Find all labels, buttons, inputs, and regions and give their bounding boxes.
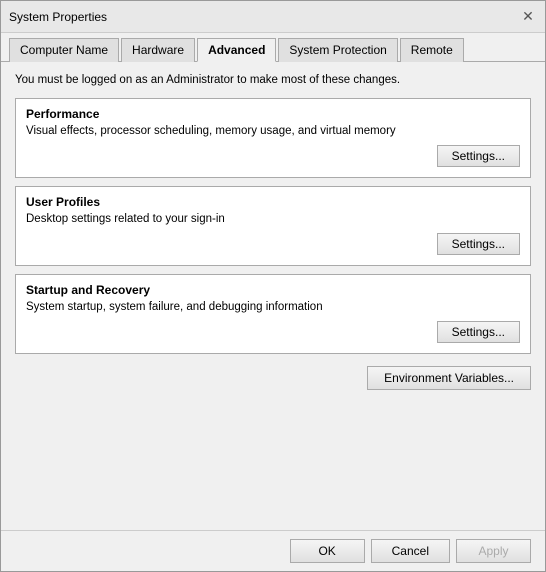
startup-recovery-settings-button[interactable]: Settings... xyxy=(437,321,520,343)
environment-variables-button[interactable]: Environment Variables... xyxy=(367,366,531,390)
user-profiles-section: User Profiles Desktop settings related t… xyxy=(15,186,531,266)
tab-hardware[interactable]: Hardware xyxy=(121,38,195,62)
tab-advanced[interactable]: Advanced xyxy=(197,38,276,62)
system-properties-window: System Properties ✕ Computer Name Hardwa… xyxy=(0,0,546,572)
startup-recovery-footer: Settings... xyxy=(26,321,520,343)
tab-system-protection[interactable]: System Protection xyxy=(278,38,397,62)
content-area: You must be logged on as an Administrato… xyxy=(1,62,545,530)
tab-remote[interactable]: Remote xyxy=(400,38,464,62)
admin-notice: You must be logged on as an Administrato… xyxy=(15,74,531,86)
user-profiles-footer: Settings... xyxy=(26,233,520,255)
cancel-button[interactable]: Cancel xyxy=(371,539,450,563)
performance-settings-button[interactable]: Settings... xyxy=(437,145,520,167)
close-button[interactable]: ✕ xyxy=(519,8,537,26)
startup-recovery-title: Startup and Recovery xyxy=(26,283,520,297)
env-variables-row: Environment Variables... xyxy=(15,366,531,390)
performance-desc: Visual effects, processor scheduling, me… xyxy=(26,125,520,137)
user-profiles-settings-button[interactable]: Settings... xyxy=(437,233,520,255)
title-bar: System Properties ✕ xyxy=(1,1,545,33)
user-profiles-desc: Desktop settings related to your sign-in xyxy=(26,213,520,225)
ok-button[interactable]: OK xyxy=(290,539,365,563)
tab-bar: Computer Name Hardware Advanced System P… xyxy=(1,33,545,62)
performance-section: Performance Visual effects, processor sc… xyxy=(15,98,531,178)
user-profiles-title: User Profiles xyxy=(26,195,520,209)
dialog-footer: OK Cancel Apply xyxy=(1,530,545,571)
performance-title: Performance xyxy=(26,107,520,121)
startup-recovery-section: Startup and Recovery System startup, sys… xyxy=(15,274,531,354)
performance-footer: Settings... xyxy=(26,145,520,167)
tab-computer-name[interactable]: Computer Name xyxy=(9,38,119,62)
startup-recovery-desc: System startup, system failure, and debu… xyxy=(26,301,520,313)
apply-button[interactable]: Apply xyxy=(456,539,531,563)
window-title: System Properties xyxy=(9,10,107,24)
